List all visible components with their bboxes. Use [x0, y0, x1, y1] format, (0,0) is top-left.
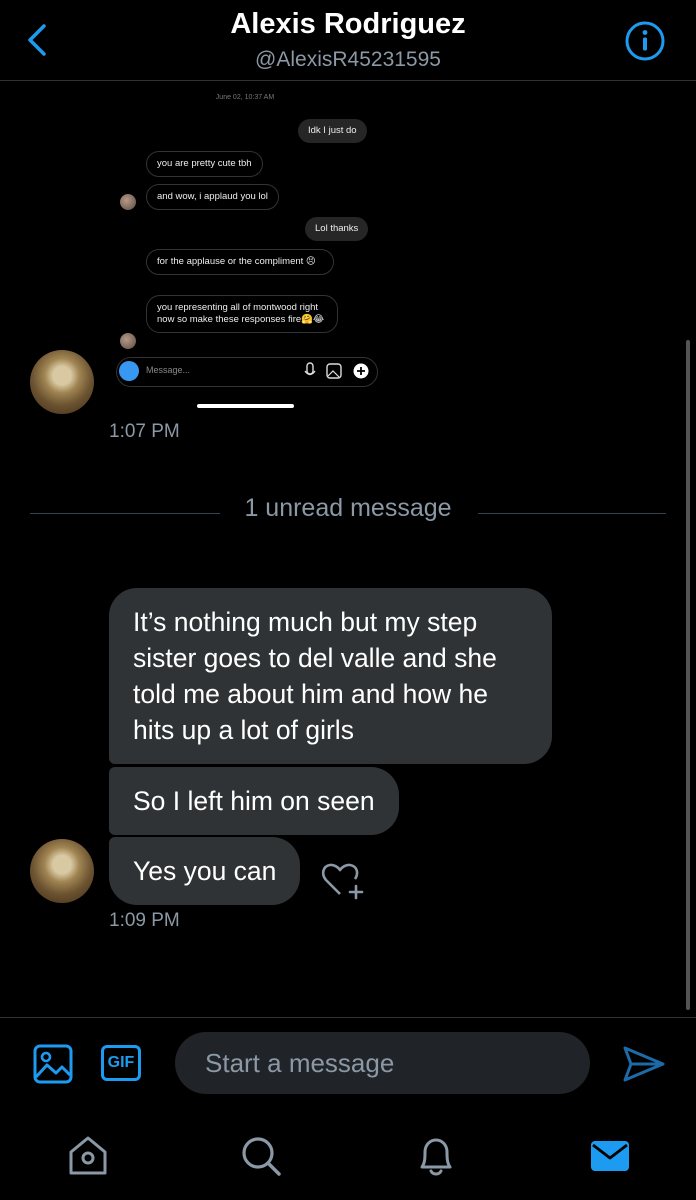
message-timestamp: 1:07 PM	[109, 421, 180, 442]
contact-avatar[interactable]	[30, 839, 94, 903]
gif-label: GIF	[107, 1054, 135, 1071]
search-icon[interactable]	[238, 1133, 284, 1179]
home-indicator	[197, 404, 294, 408]
unread-indicator: 1 unread message	[244, 494, 452, 522]
shared-message: you are pretty cute tbh	[146, 151, 263, 177]
shared-input-placeholder: Message...	[146, 365, 191, 375]
shared-message: and wow, i applaud you lol	[146, 184, 279, 210]
message-bubble[interactable]: It’s nothing much but my step sister goe…	[109, 588, 552, 764]
contact-handle[interactable]: @AlexisR45231595	[0, 48, 696, 72]
image-icon[interactable]	[32, 1043, 74, 1085]
like-heart-icon[interactable]	[320, 860, 366, 900]
bell-icon[interactable]	[413, 1133, 459, 1179]
mail-icon[interactable]	[587, 1133, 633, 1179]
contact-avatar[interactable]	[30, 350, 94, 414]
home-icon[interactable]	[65, 1133, 111, 1179]
shared-input-icons	[304, 362, 369, 379]
message-input[interactable]	[175, 1032, 590, 1094]
shared-message: Idk I just do	[298, 119, 367, 143]
shared-message: for the applause or the compliment 😣	[146, 249, 334, 275]
message-bubble[interactable]: Yes you can	[109, 837, 301, 905]
shared-message: Lol thanks	[305, 217, 369, 241]
message-timestamp: 1:09 PM	[109, 910, 180, 931]
shared-avatar	[120, 194, 136, 210]
camera-icon	[119, 361, 139, 381]
shared-screenshot-date: June 02, 10:37 AM	[215, 94, 275, 101]
info-icon[interactable]	[624, 20, 666, 62]
contact-name[interactable]: Alexis Rodriguez	[0, 8, 696, 41]
gif-button[interactable]: GIF	[101, 1045, 141, 1081]
send-icon[interactable]	[622, 1044, 666, 1084]
shared-message: you representing all of montwood right n…	[146, 295, 338, 333]
message-bubble[interactable]: So I left him on seen	[109, 767, 399, 835]
scrollbar[interactable]	[686, 340, 690, 1010]
shared-avatar	[120, 333, 136, 349]
